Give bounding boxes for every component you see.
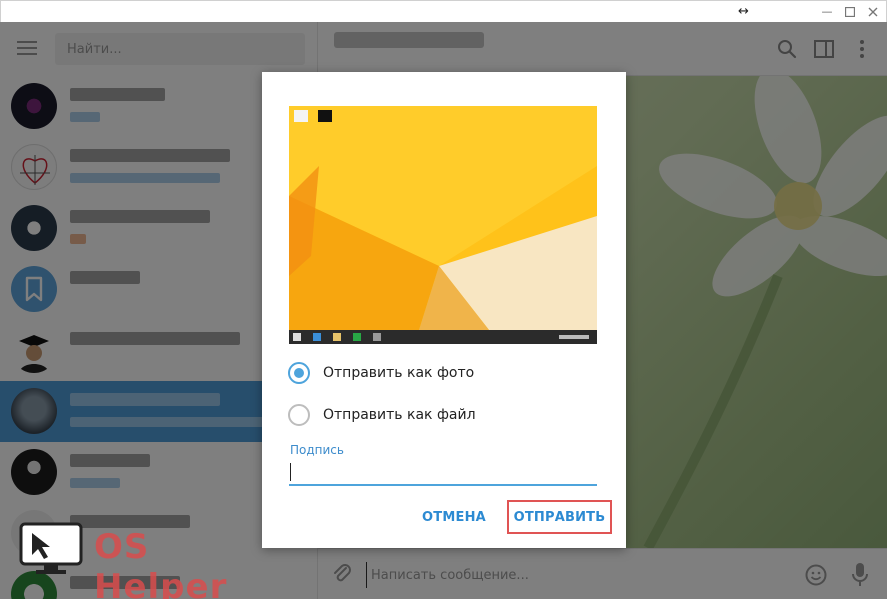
caption-input[interactable] [289,458,597,486]
resize-cursor-icon: ↔ [738,4,749,19]
send-as-photo-option[interactable]: Отправить как фото [288,362,588,386]
maximize-icon[interactable] [841,4,859,20]
send-button[interactable]: ОТПРАВИТЬ [507,500,612,534]
close-icon[interactable] [864,4,882,20]
send-as-file-label: Отправить как файл [323,407,476,423]
cancel-button[interactable]: ОТМЕНА [414,500,494,534]
monitor-cursor-icon [19,522,83,574]
watermark-logo: OS Helper [18,519,288,599]
window-titlebar: ↔ — [0,0,887,22]
send-as-photo-label: Отправить как фото [323,365,475,381]
radio-file[interactable] [288,404,310,426]
send-as-file-option[interactable]: Отправить как файл [288,404,588,428]
image-preview [289,106,597,344]
caption-label: Подпись [290,443,344,457]
send-photo-dialog: Отправить как фото Отправить как файл По… [262,72,626,548]
watermark-text: OS Helper [94,527,228,599]
radio-photo[interactable] [288,362,310,384]
minimize-icon[interactable]: — [818,4,836,20]
text-caret [290,463,291,481]
